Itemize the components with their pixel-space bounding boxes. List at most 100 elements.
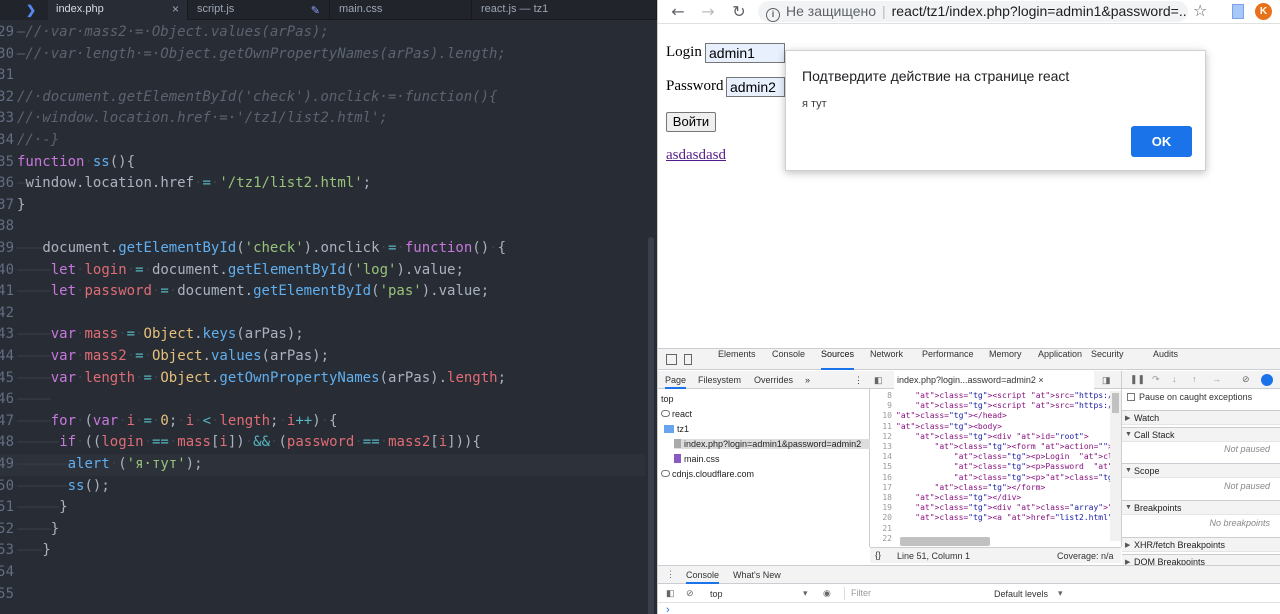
devtools-tab-console[interactable]: Console	[772, 349, 805, 370]
code-line[interactable]: 29 —//·var·mass2·=·Object.values(arPas);	[0, 22, 645, 44]
clear-console-icon[interactable]: ⊘	[686, 588, 694, 599]
deactivate-breakpoints-icon[interactable]: ⊘	[1242, 374, 1250, 385]
code-line[interactable]: 54	[0, 562, 645, 584]
code-line[interactable]: 41 ————let·password·=·document.getElement…	[0, 281, 645, 303]
code-line[interactable]: 31	[0, 65, 645, 87]
code-line[interactable]: 51 —————}	[0, 497, 645, 519]
code-line[interactable]: 45 ————var·length·=·Object.getOwnProperty…	[0, 368, 645, 390]
source-line[interactable]: 21	[870, 524, 1110, 534]
tree-item[interactable]: main.css	[674, 454, 720, 464]
source-line[interactable]: 18 "at">class="tg"></div>	[870, 493, 1110, 503]
code-editor[interactable]: ❯ index.php × script.js ✎ main.css react…	[0, 0, 657, 614]
debugger-section-scope[interactable]: ▼ Scope	[1122, 463, 1280, 478]
scrollbar-thumb[interactable]	[1112, 393, 1119, 413]
close-icon[interactable]: ×	[1038, 375, 1043, 385]
devtools-tab-elements[interactable]: Elements	[718, 349, 756, 370]
dropdown-arrow-icon[interactable]: ▾	[803, 588, 808, 599]
pause-exceptions-checkbox[interactable]	[1127, 393, 1135, 401]
login-button[interactable]: Войти	[666, 112, 716, 132]
editor-tab-script-js[interactable]: script.js ✎	[189, 0, 330, 20]
source-line[interactable]: 10 "at">class="tg"></head>	[870, 411, 1110, 421]
source-line[interactable]: 16 "at">class="tg"><p>"at">class="tg"><b…	[870, 473, 1110, 483]
info-icon[interactable]: i	[766, 8, 780, 22]
pause-exceptions-icon[interactable]	[1261, 374, 1273, 386]
step-over-icon[interactable]: ↷	[1152, 374, 1160, 385]
devtools-tab-audits[interactable]: Audits	[1153, 349, 1178, 370]
navigator-menu-icon[interactable]: ⋮	[854, 371, 863, 389]
source-line[interactable]: 14 "at">class="tg"><p>Login "at">class="…	[870, 452, 1110, 462]
code-line[interactable]: 53 ———}	[0, 540, 645, 562]
code-line[interactable]: 42	[0, 303, 645, 325]
step-out-icon[interactable]: ↑	[1192, 374, 1197, 384]
tab-console[interactable]: Console	[686, 566, 720, 584]
sidebar-toggle-icon[interactable]: ❯	[0, 0, 48, 20]
code-line[interactable]: 40 ————let·login·=·document.getElementByI…	[0, 260, 645, 282]
code-line[interactable]: 47 ————for·(var·i·=·0;·i·<·length;·i++)·{	[0, 411, 645, 433]
editor-scrollbar[interactable]	[645, 22, 657, 614]
inspect-icon[interactable]	[666, 354, 677, 365]
tree-item[interactable]: top	[661, 394, 674, 404]
editor-tab-main-css[interactable]: main.css	[331, 0, 472, 20]
devtools-tab-application[interactable]: Application	[1038, 349, 1082, 370]
extension-icon[interactable]	[1232, 4, 1244, 19]
source-scrollbar[interactable]	[1110, 391, 1121, 541]
tab-whats-new[interactable]: What's New	[733, 566, 781, 584]
code-line[interactable]: 46 ————	[0, 389, 645, 411]
debugger-section-xhr-fetch-breakpoints[interactable]: ▶ XHR/fetch Breakpoints	[1122, 537, 1280, 552]
dropdown-arrow-icon[interactable]: ▾	[1058, 588, 1063, 599]
context-select[interactable]: top	[710, 589, 723, 599]
page-link[interactable]: asdasdasd	[666, 147, 726, 164]
source-line[interactable]: 17 "at">class="tg"></form>	[870, 483, 1110, 493]
close-icon[interactable]: ×	[172, 2, 179, 16]
tree-item[interactable]: tz1	[664, 424, 689, 434]
login-input[interactable]: admin1	[705, 43, 785, 63]
editor-tab-index-php[interactable]: index.php ×	[48, 0, 188, 20]
address-bar[interactable]: i Не защищено | react/tz1/index.php?login=a…	[758, 1, 1188, 22]
source-line[interactable]: 20 "at">class="tg"><a "at">href="list2.h…	[870, 513, 1110, 523]
code-lines[interactable]: 29 —//·var·mass2·=·Object.values(arPas); 3…	[0, 22, 657, 614]
devtools-tab-network[interactable]: Network	[870, 349, 903, 370]
code-line[interactable]: 43 ————var·mass·=·Object.keys(arPas);	[0, 324, 645, 346]
ok-button[interactable]: OK	[1131, 126, 1192, 157]
more-tabs-icon[interactable]: »	[805, 371, 810, 389]
sidebar-toggle-icon[interactable]: ◧	[666, 588, 675, 599]
code-line[interactable]: 52 ————}	[0, 519, 645, 541]
toggle-navigator-icon[interactable]: ◧	[874, 371, 883, 389]
pretty-print-icon[interactable]: {}	[875, 550, 881, 560]
code-line[interactable]: 48 —————if·((login·==·mass[i])·&&·(passwo…	[0, 432, 645, 454]
tab-overrides[interactable]: Overrides	[754, 371, 793, 389]
tree-item[interactable]: react	[661, 409, 692, 419]
code-line[interactable]: 32//·document.getElementById('check').on…	[0, 87, 645, 109]
code-line[interactable]: 37}	[0, 195, 645, 217]
source-line[interactable]: 8 "at">class="tg"><script "at">src="http…	[870, 391, 1110, 401]
debugger-section-breakpoints[interactable]: ▼ Breakpoints	[1122, 500, 1280, 515]
devtools-tab-memory[interactable]: Memory	[989, 349, 1022, 370]
code-line[interactable]: 34//·-}	[0, 130, 645, 152]
devtools-tab-sources[interactable]: Sources	[821, 349, 855, 370]
editor-tab-react-js[interactable]: react.js — tz1	[473, 0, 657, 20]
source-file-tab[interactable]: index.php?login...assword=admin2 ×	[894, 371, 1094, 389]
step-into-icon[interactable]: ↓	[1172, 374, 1177, 384]
drawer-menu-icon[interactable]: ⋮	[666, 569, 675, 580]
horizontal-scrollbar[interactable]	[900, 537, 990, 546]
tree-item[interactable]: cdnjs.cloudflare.com	[661, 469, 754, 479]
code-line[interactable]: 49 ——————alert·('я·тут');	[0, 454, 645, 476]
source-line[interactable]: 9 "at">class="tg"><script "at">src="http…	[870, 401, 1110, 411]
pause-icon[interactable]: ❚❚	[1130, 374, 1145, 385]
profile-avatar[interactable]: K	[1255, 3, 1272, 20]
device-toggle-icon[interactable]	[684, 354, 692, 365]
back-icon[interactable]: ←	[667, 1, 689, 23]
tab-filesystem[interactable]: Filesystem	[698, 371, 741, 389]
bookmark-star-icon[interactable]: ☆	[1193, 1, 1207, 20]
eye-icon[interactable]: ◉	[823, 588, 831, 599]
debugger-section-watch[interactable]: ▶ Watch	[1122, 410, 1280, 425]
code-line[interactable]: 35 function·ss(){	[0, 152, 645, 174]
console-filter-input[interactable]: Filter	[844, 587, 989, 600]
source-line[interactable]: 15 "at">class="tg"><p>Password "at">clas…	[870, 462, 1110, 472]
devtools-tab-security[interactable]: Security	[1091, 349, 1124, 370]
scrollbar-thumb[interactable]	[648, 237, 654, 614]
reload-icon[interactable]: ↻	[728, 1, 750, 23]
password-input[interactable]: admin2	[726, 77, 785, 97]
code-line[interactable]: 50 ——————ss();	[0, 476, 645, 498]
forward-icon[interactable]: →	[697, 1, 719, 23]
